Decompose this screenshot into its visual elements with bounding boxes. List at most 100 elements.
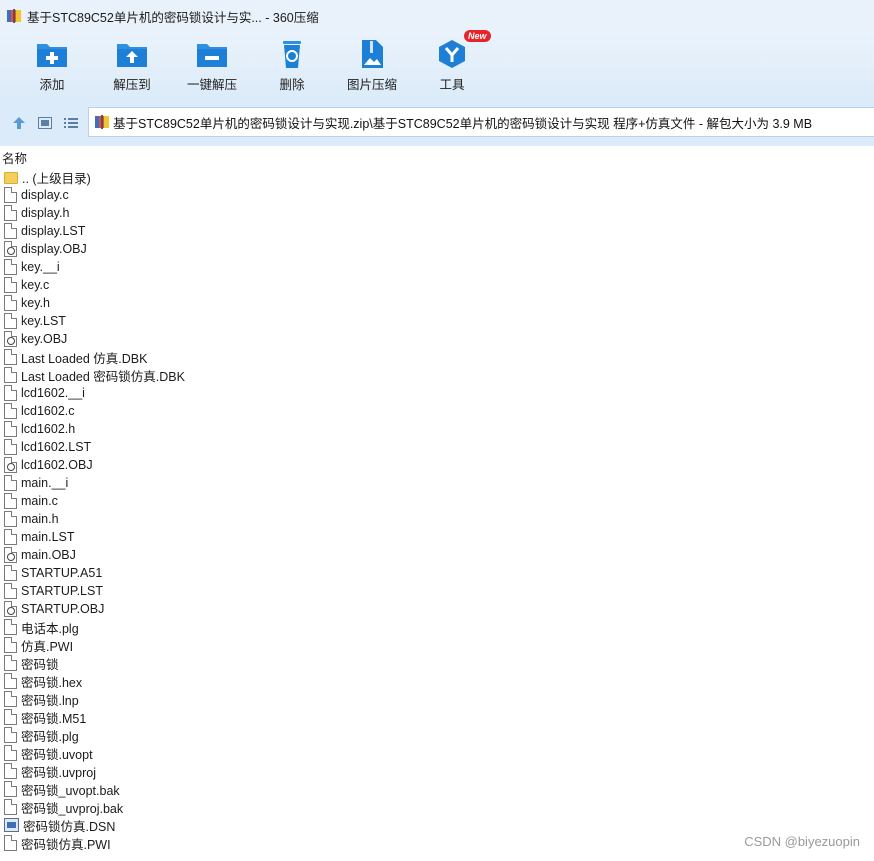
file-name: main.c: [21, 494, 58, 508]
file-icon: [4, 673, 17, 689]
file-name: display.OBJ: [21, 242, 87, 256]
list-item[interactable]: Last Loaded 仿真.DBK: [0, 348, 874, 366]
address-path-field[interactable]: 基于STC89C52单片机的密码锁设计与实现.zip\基于STC89C52单片机…: [88, 107, 874, 137]
list-item[interactable]: main.c: [0, 492, 874, 510]
delete-button[interactable]: 删除: [252, 32, 332, 100]
file-icon: [4, 727, 17, 743]
list-item[interactable]: key.OBJ: [0, 330, 874, 348]
list-item[interactable]: 密码锁.uvopt: [0, 744, 874, 762]
list-item[interactable]: 密码锁_uvopt.bak: [0, 780, 874, 798]
file-name: key.OBJ: [21, 332, 68, 346]
list-item[interactable]: 密码锁.lnp: [0, 690, 874, 708]
file-icon: [4, 637, 17, 653]
list-item[interactable]: 密码锁_uvproj.bak: [0, 798, 874, 816]
file-icon: [4, 295, 17, 311]
file-name: 密码锁仿真.DSN: [23, 819, 116, 834]
file-icon: [4, 799, 17, 815]
file-name: 密码锁.lnp: [21, 693, 79, 708]
list-item[interactable]: main.LST: [0, 528, 874, 546]
file-icon: [4, 691, 17, 707]
file-name: STARTUP.LST: [21, 584, 103, 598]
file-name: lcd1602.h: [21, 422, 76, 436]
list-item[interactable]: 密码锁.M51: [0, 708, 874, 726]
list-item[interactable]: STARTUP.A51: [0, 564, 874, 582]
up-arrow-icon[interactable]: [6, 110, 32, 136]
file-name: 密码锁_uvopt.bak: [21, 783, 120, 798]
list-item[interactable]: Last Loaded 密码锁仿真.DBK: [0, 366, 874, 384]
file-name: .. (上级目录): [22, 171, 91, 186]
list-item[interactable]: 密码锁.hex: [0, 672, 874, 690]
file-name: key.c: [21, 278, 50, 292]
list-item[interactable]: lcd1602.__i: [0, 384, 874, 402]
file-icon: [4, 475, 17, 491]
watermark: CSDN @biyezuopin: [744, 834, 860, 849]
tools-button[interactable]: New 工具: [412, 30, 492, 100]
file-icon: [4, 529, 17, 545]
file-name: 密码锁仿真.PWI: [21, 837, 111, 852]
file-icon: [4, 619, 17, 635]
list-item[interactable]: main.h: [0, 510, 874, 528]
file-name: 密码锁.uvopt: [21, 747, 93, 762]
file-name: Last Loaded 仿真.DBK: [21, 351, 148, 366]
list-item[interactable]: .. (上级目录): [0, 168, 874, 186]
window-title: 基于STC89C52单片机的密码锁设计与实... - 360压缩: [27, 10, 319, 25]
toolbar: 添加 解压到 一键解压 删除 图片压缩 New 工具: [0, 30, 874, 100]
list-item[interactable]: display.c: [0, 186, 874, 204]
list-item[interactable]: display.LST: [0, 222, 874, 240]
design-file-icon: [4, 818, 19, 832]
object-file-icon: [4, 457, 17, 473]
list-item[interactable]: display.OBJ: [0, 240, 874, 258]
add-icon: [35, 38, 69, 70]
file-name: 密码锁: [21, 657, 59, 672]
extract-to-icon: [115, 38, 149, 70]
object-file-icon: [4, 241, 17, 257]
file-icon: [4, 259, 17, 275]
file-icon: [4, 583, 17, 599]
app-zip-icon: [6, 8, 22, 24]
list-item[interactable]: lcd1602.LST: [0, 438, 874, 456]
list-item[interactable]: key.LST: [0, 312, 874, 330]
list-item[interactable]: key.c: [0, 276, 874, 294]
list-item[interactable]: main.__i: [0, 474, 874, 492]
object-file-icon: [4, 331, 17, 347]
list-item[interactable]: lcd1602.h: [0, 420, 874, 438]
title-bar: 基于STC89C52单片机的密码锁设计与实... - 360压缩: [0, 0, 874, 32]
list-item[interactable]: STARTUP.OBJ: [0, 600, 874, 618]
list-item[interactable]: STARTUP.LST: [0, 582, 874, 600]
image-compress-button[interactable]: 图片压缩: [332, 32, 412, 100]
file-name: display.h: [21, 206, 70, 220]
list-item[interactable]: lcd1602.OBJ: [0, 456, 874, 474]
list-item[interactable]: 密码锁.uvproj: [0, 762, 874, 780]
list-item[interactable]: key.h: [0, 294, 874, 312]
file-icon: [4, 367, 17, 383]
list-item[interactable]: 密码锁仿真.DSN: [0, 816, 874, 834]
file-name: main.LST: [21, 530, 75, 544]
column-header-name[interactable]: 名称: [0, 146, 874, 168]
list-item[interactable]: 密码锁.plg: [0, 726, 874, 744]
list-item[interactable]: 仿真.PWI: [0, 636, 874, 654]
thumbnail-view-icon[interactable]: [32, 110, 58, 136]
file-icon: [4, 313, 17, 329]
list-item[interactable]: 密码锁仿真.PWI: [0, 834, 874, 852]
list-item[interactable]: lcd1602.c: [0, 402, 874, 420]
file-icon: [4, 421, 17, 437]
file-name: display.LST: [21, 224, 86, 238]
object-file-icon: [4, 547, 17, 563]
file-icon: [4, 223, 17, 239]
file-icon: [4, 205, 17, 221]
extract-to-button[interactable]: 解压到: [92, 32, 172, 100]
file-icon: [4, 835, 17, 851]
list-item[interactable]: main.OBJ: [0, 546, 874, 564]
list-view-icon[interactable]: [58, 110, 84, 136]
add-button[interactable]: 添加: [12, 32, 92, 100]
list-item[interactable]: 电话本.plg: [0, 618, 874, 636]
file-name: key.LST: [21, 314, 66, 328]
one-click-extract-button[interactable]: 一键解压: [172, 32, 252, 100]
list-item[interactable]: 密码锁: [0, 654, 874, 672]
list-item[interactable]: key.__i: [0, 258, 874, 276]
file-name: 密码锁_uvproj.bak: [21, 801, 124, 816]
file-icon: [4, 277, 17, 293]
list-item[interactable]: display.h: [0, 204, 874, 222]
file-name: 电话本.plg: [21, 621, 79, 636]
file-icon: [4, 511, 17, 527]
